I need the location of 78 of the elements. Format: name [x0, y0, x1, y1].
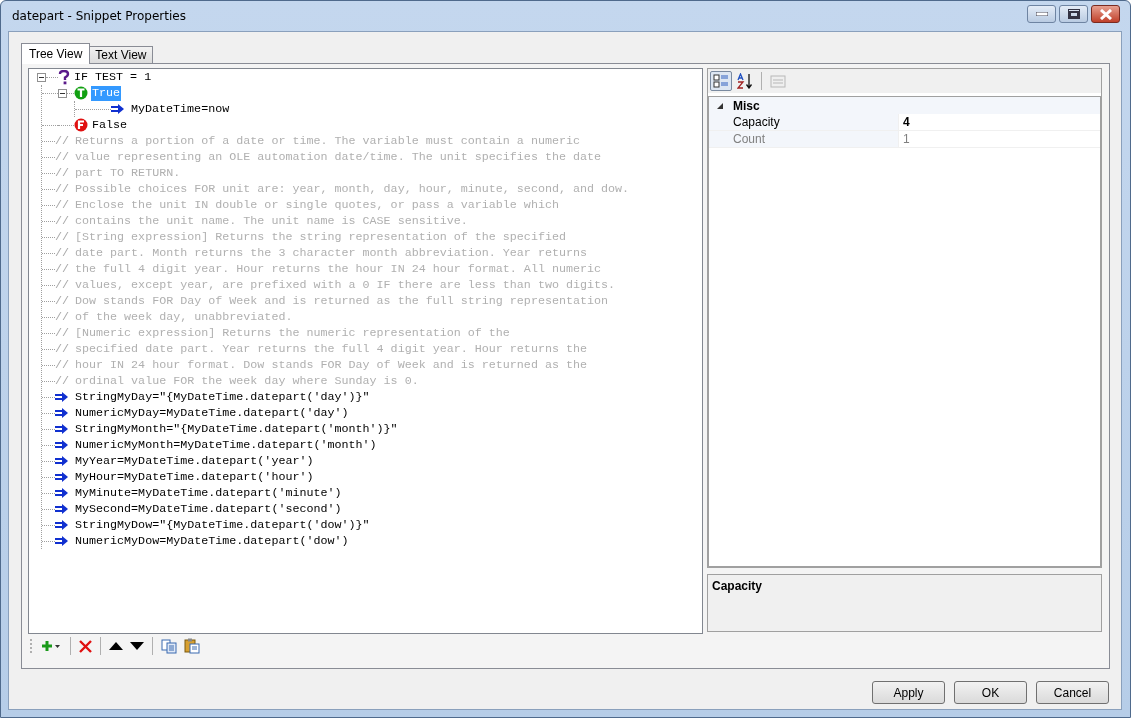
collapse-toggle[interactable] — [37, 72, 46, 82]
false-badge-icon — [74, 118, 88, 132]
comment-marker: // — [55, 150, 69, 164]
assign-arrow-icon — [55, 408, 69, 418]
property-value[interactable]: 4 — [899, 115, 910, 129]
categorized-icon — [713, 73, 729, 89]
assign-arrow-icon — [55, 504, 69, 514]
tree-node[interactable]: False — [91, 117, 129, 133]
tree-node[interactable]: NumericMyMonth=MyDateTime.datepart('month') — [74, 437, 378, 453]
comment-marker: // — [55, 134, 69, 148]
paste-icon — [184, 638, 200, 654]
tab[interactable]: Tree View — [21, 43, 91, 64]
property-pages-icon — [770, 74, 786, 88]
tree-node[interactable]: MyHour=MyDateTime.datepart('hour') — [74, 469, 315, 485]
description-title: Capacity — [712, 579, 763, 593]
window-title: datepart - Snippet Properties — [12, 9, 186, 23]
assign-arrow-icon — [55, 456, 69, 466]
tree-node[interactable]: StringMyDow="{MyDateTime.datepart('dow')}" — [74, 517, 371, 533]
property-value[interactable]: 1 — [899, 132, 910, 146]
dialog-button[interactable]: OK — [954, 681, 1027, 704]
tab[interactable]: Text View — [89, 46, 153, 63]
tree-node[interactable]: MySecond=MyDateTime.datepart('second') — [74, 501, 343, 517]
comment-marker: // — [55, 214, 69, 228]
assign-arrow-icon — [55, 440, 69, 450]
minimize-button[interactable] — [1027, 5, 1056, 23]
comment-marker: // — [55, 182, 69, 196]
tree-node[interactable]: StringMyDay="{MyDateTime.datepart('day')}" — [74, 389, 371, 405]
add-icon — [42, 640, 62, 652]
maximize-button[interactable] — [1059, 5, 1088, 23]
minimize-icon — [1035, 12, 1048, 16]
delete-button[interactable] — [77, 639, 94, 653]
comment-marker: // — [55, 294, 69, 308]
property-name[interactable]: Capacity — [731, 114, 899, 130]
dialog-button[interactable]: Cancel — [1036, 681, 1109, 704]
collapse-triangle-icon[interactable] — [717, 102, 723, 109]
up-triangle-icon — [109, 642, 123, 650]
comment-marker: // — [55, 278, 69, 292]
tree-node[interactable]: MyMinute=MyDateTime.datepart('minute') — [74, 485, 343, 501]
down-triangle-icon — [130, 642, 144, 650]
close-button[interactable] — [1091, 5, 1120, 23]
dialog-button[interactable]: Apply — [872, 681, 945, 704]
tree-node[interactable]: MyYear=MyDateTime.datepart('year') — [74, 453, 315, 469]
assign-arrow-icon — [111, 104, 125, 114]
category-label: Misc — [733, 98, 760, 113]
assign-arrow-icon — [55, 392, 69, 402]
tree-node[interactable]: IF TEST = 1 — [73, 69, 153, 85]
property-name[interactable]: Count — [731, 131, 899, 147]
comment-marker: // — [55, 326, 69, 340]
assign-arrow-icon — [55, 520, 69, 530]
delete-icon — [79, 639, 92, 653]
tree-node[interactable]: NumericMyDow=MyDateTime.datepart('dow') — [74, 533, 350, 549]
comment-marker: // — [55, 198, 69, 212]
comment-marker: // — [55, 262, 69, 276]
assign-arrow-icon — [55, 424, 69, 434]
comment-marker: // — [55, 310, 69, 324]
comment-marker: // — [55, 246, 69, 260]
sort-alphabetical-icon — [737, 73, 753, 89]
comment-marker: // — [55, 166, 69, 180]
tree-node[interactable]: NumericMyDay=MyDateTime.datepart('day') — [74, 405, 350, 421]
move-down-button[interactable] — [128, 642, 146, 650]
tree-node[interactable]: MyDateTime=now — [130, 101, 231, 117]
collapse-toggle[interactable] — [58, 88, 67, 98]
move-up-button[interactable] — [107, 642, 125, 650]
comment-marker: // — [55, 358, 69, 372]
true-badge-icon — [74, 86, 88, 100]
tree-node[interactable]: StringMyMonth="{MyDateTime.datepart('month')}" — [74, 421, 399, 437]
assign-arrow-icon — [55, 472, 69, 482]
assign-arrow-icon — [55, 488, 69, 498]
question-mark-icon — [58, 69, 70, 85]
comment-marker: // — [55, 374, 69, 388]
close-icon — [1098, 8, 1113, 20]
comment-marker: // — [55, 342, 69, 356]
maximize-icon — [1067, 9, 1080, 19]
assign-arrow-icon — [55, 536, 69, 546]
copy-button[interactable] — [159, 638, 179, 654]
copy-icon — [161, 638, 177, 654]
comment-marker: // — [55, 230, 69, 244]
paste-button[interactable] — [182, 638, 202, 654]
